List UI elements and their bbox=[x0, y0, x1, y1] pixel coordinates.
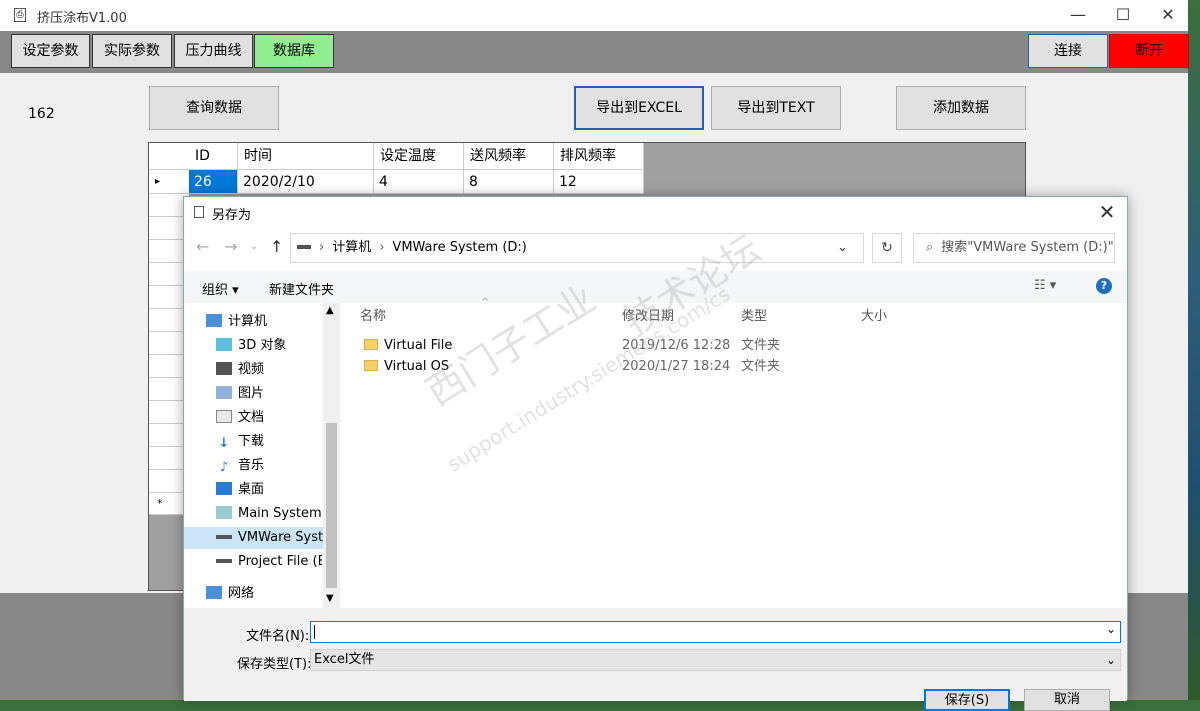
organize-menu[interactable]: 组织 ▾ bbox=[202, 279, 239, 298]
folder-icon bbox=[364, 360, 378, 371]
column-header-supply[interactable]: 送风频率 bbox=[464, 143, 554, 170]
window-title: 挤压涂布V1.00 bbox=[37, 11, 127, 26]
breadcrumb-computer[interactable]: 计算机 bbox=[332, 240, 371, 255]
column-header-id[interactable]: ID bbox=[189, 143, 238, 170]
forward-arrow-icon[interactable]: → bbox=[224, 237, 237, 256]
current-row-marker[interactable]: ▸ bbox=[149, 170, 189, 194]
cell-supply[interactable]: 8 bbox=[464, 170, 554, 194]
filename-dropdown-icon[interactable]: ⌄ bbox=[1106, 622, 1116, 636]
computer-icon bbox=[206, 314, 222, 327]
nav-item-3d-objects[interactable]: 3D 对象 bbox=[216, 335, 322, 357]
column-header-name[interactable]: 名称 bbox=[360, 305, 386, 329]
nav-item-videos[interactable]: 视频 bbox=[216, 359, 322, 381]
maximize-button[interactable]: ☐ bbox=[1100, 0, 1146, 31]
nav-item-music[interactable]: ♪ 音乐 bbox=[216, 455, 322, 477]
drive-icon bbox=[216, 535, 232, 539]
nav-item-documents[interactable]: 文档 bbox=[216, 407, 322, 429]
view-options-icon[interactable]: ☷ ▾ bbox=[1034, 278, 1056, 293]
filetype-select[interactable]: Excel文件 ⌄ bbox=[310, 649, 1121, 671]
cell-temp[interactable]: 4 bbox=[374, 170, 464, 194]
record-counter: 162 bbox=[28, 106, 55, 122]
connect-button[interactable]: 连接 bbox=[1028, 34, 1108, 68]
nav-item-drive-d[interactable]: VMWare System (D:) bbox=[184, 527, 323, 549]
app-icon: ⎙ bbox=[14, 8, 26, 22]
nav-item-computer[interactable]: 计算机 bbox=[206, 311, 322, 333]
nav-item-network[interactable]: 网络 bbox=[206, 583, 322, 605]
nav-item-downloads[interactable]: ↓ 下载 bbox=[216, 431, 322, 453]
new-folder-button[interactable]: 新建文件夹 bbox=[269, 279, 334, 298]
search-icon: ⌕ bbox=[926, 240, 934, 255]
save-as-dialog: 另存为 ✕ ← → ⌄ ↑ › 计算机 › VMWare System (D:) ⌄ … bbox=[183, 196, 1128, 711]
column-header-temp[interactable]: 设定温度 bbox=[374, 143, 464, 170]
query-data-button[interactable]: 查询数据 bbox=[149, 86, 279, 130]
address-dropdown-icon[interactable]: ⌄ bbox=[837, 234, 848, 262]
cell-exhaust[interactable]: 12 bbox=[554, 170, 644, 194]
text-cursor bbox=[314, 625, 315, 639]
search-input[interactable]: ⌕ 搜索"VMWare System (D:)" bbox=[913, 233, 1115, 263]
desktop-icon bbox=[216, 482, 232, 495]
filetype-label: 保存类型(T): bbox=[237, 657, 312, 672]
nav-item-drive-c[interactable]: Main System (C:) bbox=[216, 503, 322, 525]
system-drive-icon bbox=[216, 506, 232, 519]
breadcrumb-drive[interactable]: VMWare System (D:) bbox=[392, 240, 526, 255]
picture-icon bbox=[216, 386, 232, 399]
back-arrow-icon[interactable]: ← bbox=[196, 237, 209, 256]
scroll-up-icon[interactable]: ▲ bbox=[326, 305, 334, 316]
up-arrow-icon[interactable]: ↑ bbox=[270, 237, 283, 256]
save-button[interactable]: 保存(S) bbox=[924, 689, 1010, 711]
nav-item-pictures[interactable]: 图片 bbox=[216, 383, 322, 405]
network-icon bbox=[206, 586, 222, 599]
scroll-down-icon[interactable]: ▼ bbox=[326, 593, 334, 604]
cell-time[interactable]: 2020/2/10 15:02:54 bbox=[238, 170, 374, 214]
drive-icon bbox=[216, 559, 232, 563]
disconnect-button[interactable]: 断开 bbox=[1109, 34, 1189, 68]
column-header-type[interactable]: 类型 bbox=[741, 305, 767, 329]
tab-set-params[interactable]: 设定参数 bbox=[11, 34, 90, 68]
download-icon: ↓ bbox=[218, 436, 230, 451]
sort-ascending-icon: ^ bbox=[481, 297, 490, 308]
folder-icon bbox=[364, 339, 378, 350]
column-header-exhaust[interactable]: 排风频率 bbox=[554, 143, 644, 170]
column-header-time[interactable]: 时间 bbox=[238, 143, 374, 170]
nav-item-drive-e[interactable]: Project File (E:) bbox=[216, 551, 322, 573]
dialog-title: 另存为 bbox=[212, 208, 252, 223]
nav-scrollbar-thumb[interactable] bbox=[326, 423, 337, 588]
address-bar[interactable]: › 计算机 › VMWare System (D:) ⌄ bbox=[290, 233, 864, 263]
nav-item-desktop[interactable]: 桌面 bbox=[216, 479, 322, 501]
add-data-button[interactable]: 添加数据 bbox=[896, 86, 1026, 130]
cube-icon bbox=[216, 338, 232, 351]
film-icon bbox=[216, 362, 232, 375]
column-header-size[interactable]: 大小 bbox=[861, 305, 887, 329]
dialog-close-button[interactable]: ✕ bbox=[1095, 200, 1119, 224]
help-icon[interactable]: ? bbox=[1096, 278, 1112, 294]
file-type: 文件夹 bbox=[741, 359, 781, 374]
cancel-button[interactable]: 取消 bbox=[1024, 689, 1110, 711]
close-button[interactable]: ✕ bbox=[1145, 0, 1191, 31]
title-bar: ⎙ 挤压涂布V1.00 — ☐ ✕ bbox=[0, 0, 1188, 31]
drive-icon bbox=[297, 245, 311, 249]
filename-label: 文件名(N): bbox=[246, 629, 310, 644]
corner-header bbox=[149, 143, 189, 170]
export-text-button[interactable]: 导出到TEXT bbox=[711, 86, 841, 130]
filetype-dropdown-icon[interactable]: ⌄ bbox=[1106, 650, 1116, 670]
tab-actual-params[interactable]: 实际参数 bbox=[92, 34, 172, 68]
music-icon: ♪ bbox=[219, 460, 229, 475]
dialog-icon bbox=[194, 206, 204, 218]
tab-database[interactable]: 数据库 bbox=[254, 34, 334, 68]
filename-input[interactable]: ⌄ bbox=[310, 621, 1121, 643]
refresh-icon[interactable]: ↻ bbox=[872, 233, 902, 263]
cell-id[interactable]: 26 bbox=[189, 170, 238, 194]
history-chevron-icon[interactable]: ⌄ bbox=[250, 241, 258, 252]
file-type: 文件夹 bbox=[741, 338, 781, 353]
export-excel-button[interactable]: 导出到EXCEL bbox=[574, 86, 704, 130]
minimize-button[interactable]: — bbox=[1055, 0, 1101, 31]
tab-pressure-curve[interactable]: 压力曲线 bbox=[174, 34, 253, 68]
document-icon bbox=[216, 410, 232, 423]
